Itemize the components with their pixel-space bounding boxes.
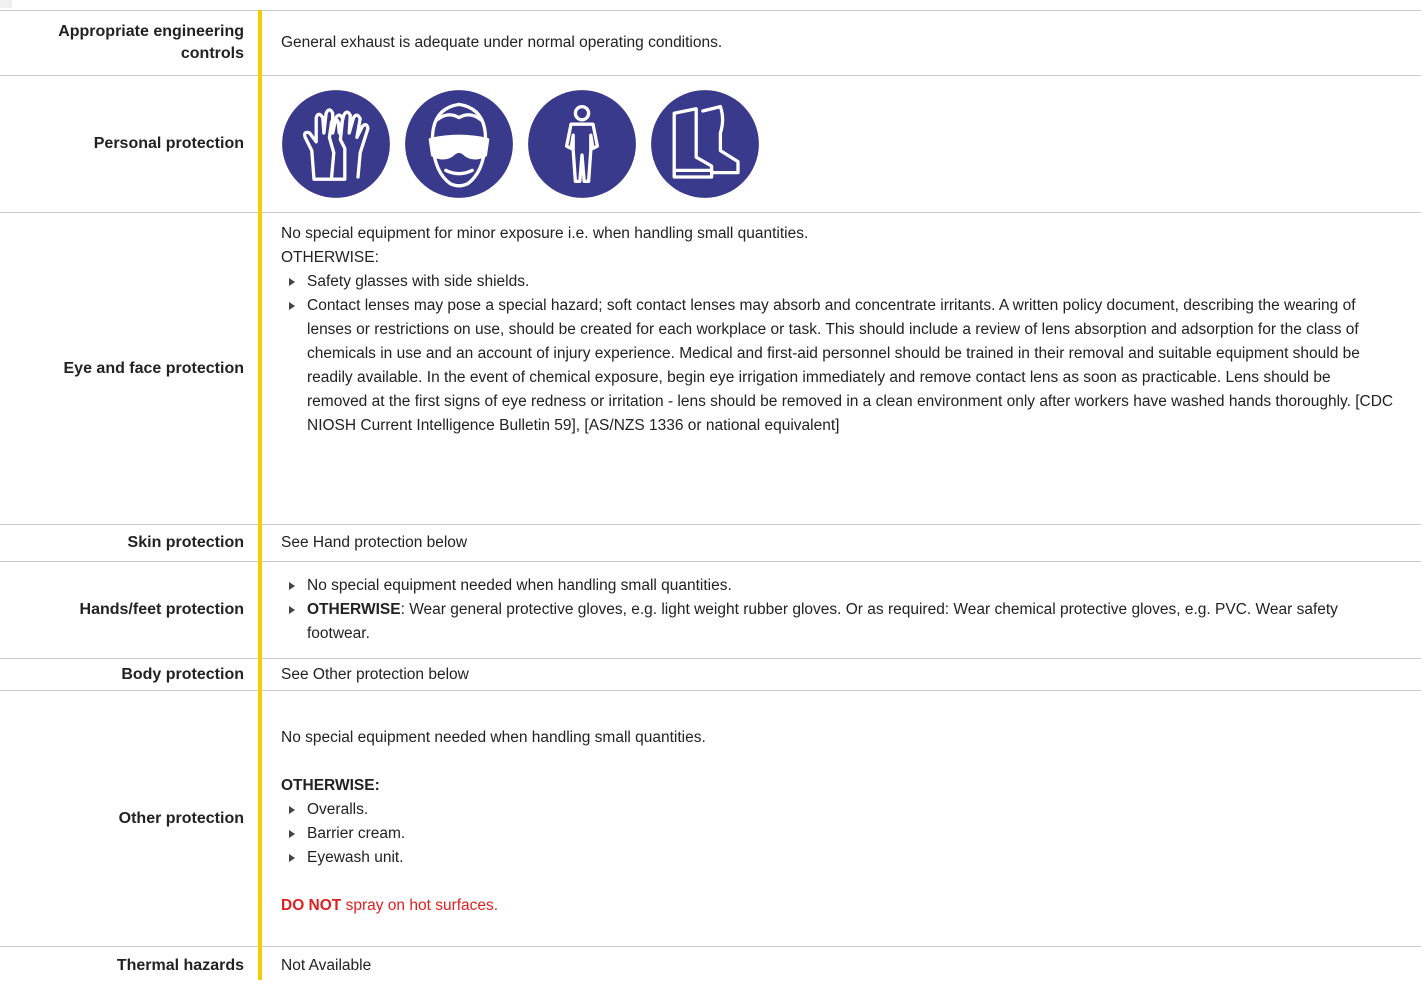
ppe-section: Appropriate engineering controls General… xyxy=(0,0,1421,980)
warning-rest: spray on hot surfaces. xyxy=(341,896,499,914)
eye-face-otherwise: OTHERWISE: xyxy=(281,249,379,266)
list-item: Eyewash unit. xyxy=(285,846,1395,870)
list-item: Barrier cream. xyxy=(285,822,1395,846)
value-eye-face-protection: No special equipment for minor exposure … xyxy=(281,213,1395,524)
list-item-text: Contact lenses may pose a special hazard… xyxy=(307,297,1394,434)
label-hands-feet-protection: Hands/feet protection xyxy=(79,601,244,618)
gloves-icon xyxy=(282,90,390,198)
row-thermal-hazards: Thermal hazards Not Available xyxy=(0,947,1421,987)
row-skin-protection: Skin protection See Hand protection belo… xyxy=(0,525,1421,562)
label-other-protection: Other protection xyxy=(118,809,244,827)
bullet-triangle-icon xyxy=(289,606,295,614)
goggles-icon xyxy=(405,90,513,198)
warning-text: DO NOT spray on hot surfaces. xyxy=(281,894,1395,918)
value-personal-protection xyxy=(281,76,1395,212)
label-body-protection: Body protection xyxy=(121,665,244,683)
value-skin-protection: See Hand protection below xyxy=(281,525,1395,561)
row-other-protection: Other protection No special equipment ne… xyxy=(0,691,1421,947)
label-personal-protection: Personal protection xyxy=(93,135,244,152)
bullet-triangle-icon xyxy=(289,853,295,862)
value-body-protection: See Other protection below xyxy=(281,659,1395,690)
otherwise-heading: OTHERWISE: xyxy=(281,776,380,794)
other-otherwise: OTHERWISE: xyxy=(281,774,1395,798)
otherwise-keyword: OTHERWISE xyxy=(307,601,401,618)
body-text: See Other protection below xyxy=(281,665,469,683)
list-item-text: Eyewash unit. xyxy=(307,848,404,866)
overalls-icon xyxy=(528,90,636,198)
label-thermal-hazards: Thermal hazards xyxy=(116,957,244,974)
list-item: OTHERWISE: Wear general protective glove… xyxy=(285,598,1395,646)
bullet-triangle-icon xyxy=(289,582,295,590)
bullet-triangle-icon xyxy=(289,805,295,814)
bullet-triangle-icon xyxy=(289,829,295,838)
list-item: Overalls. xyxy=(285,798,1395,822)
engineering-text: General exhaust is adequate under normal… xyxy=(281,34,723,51)
value-thermal-hazards: Not Available xyxy=(281,947,1395,987)
other-intro: No special equipment needed when handlin… xyxy=(281,728,706,746)
value-engineering-controls: General exhaust is adequate under normal… xyxy=(281,11,1395,75)
list-item-text: : Wear general protective gloves, e.g. l… xyxy=(307,601,1338,642)
value-hands-feet-protection: No special equipment needed when handlin… xyxy=(281,562,1395,658)
accent-divider xyxy=(258,10,262,980)
list-item-text: No special equipment needed when handlin… xyxy=(307,577,732,594)
bullet-triangle-icon xyxy=(289,302,295,310)
list-item: Contact lenses may pose a special hazard… xyxy=(285,294,1395,438)
section-marker xyxy=(0,0,12,8)
row-eye-face-protection: Eye and face protection No special equip… xyxy=(0,213,1421,525)
row-personal-protection: Personal protection xyxy=(0,76,1421,213)
eye-face-intro: No special equipment for minor exposure … xyxy=(281,225,809,242)
ppe-icon-row xyxy=(281,89,1395,199)
list-item: Safety glasses with side shields. xyxy=(285,270,1395,294)
bullet-triangle-icon xyxy=(289,278,295,286)
boots-icon xyxy=(651,90,759,198)
thermal-text: Not Available xyxy=(281,957,372,974)
list-item-text: Safety glasses with side shields. xyxy=(307,273,530,290)
eye-face-label-text: Eye and face protection xyxy=(63,359,245,377)
skin-text: See Hand protection below xyxy=(281,534,468,551)
row-body-protection: Body protection See Other protection bel… xyxy=(0,659,1421,691)
label-engineering-controls: Appropriate engineering controls xyxy=(58,23,244,62)
row-engineering-controls: Appropriate engineering controls General… xyxy=(0,11,1421,76)
list-item-text: Barrier cream. xyxy=(307,824,406,842)
warning-keyword: DO NOT xyxy=(281,896,342,914)
list-item: No special equipment needed when handlin… xyxy=(285,574,1395,598)
label-skin-protection: Skin protection xyxy=(127,534,244,551)
value-other-protection: No special equipment needed when handlin… xyxy=(281,691,1395,946)
row-hands-feet-protection: Hands/feet protection No special equipme… xyxy=(0,562,1421,659)
list-item-text: Overalls. xyxy=(307,800,369,818)
label-eye-face-protection: Eye and face protection xyxy=(0,213,245,524)
